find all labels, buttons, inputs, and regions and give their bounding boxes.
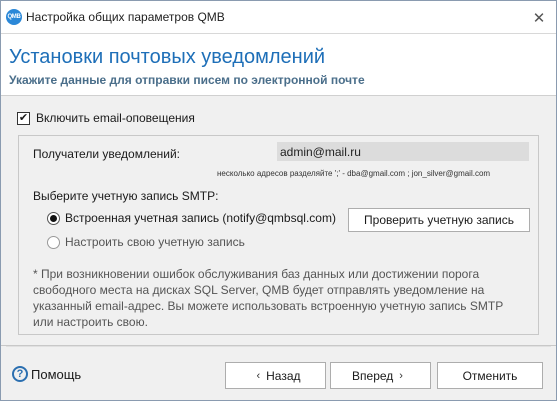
next-button[interactable]: Вперед › <box>330 362 431 389</box>
help-label: Помощь <box>31 366 82 382</box>
next-label: Вперед <box>352 368 394 383</box>
cancel-button[interactable]: Отменить <box>437 362 543 389</box>
close-icon: ✕ <box>532 10 546 27</box>
info-note: * При возникновении ошибок обслуживания … <box>33 267 503 329</box>
main-content: ✔ Включить email-оповещения Получатели у… <box>1 97 556 342</box>
title-bar: QMB Настройка общих параметров QMB ✕ <box>1 1 556 34</box>
radio-builtin[interactable] <box>47 211 60 225</box>
email-settings-panel: Получатели уведомлений: несколько адресо… <box>18 135 539 335</box>
smtp-option-custom-label: Настроить свою учетную запись <box>65 235 245 249</box>
recipients-hint: несколько адресов разделяйте ';' - dba@g… <box>217 169 491 178</box>
checkmark-icon: ✔ <box>18 111 29 124</box>
radio-selected-dot <box>50 214 57 222</box>
window-title: Настройка общих параметров QMB <box>26 10 225 24</box>
page-title: Установки почтовых уведомлений <box>9 46 326 68</box>
smtp-option-builtin-label: Встроенная учетная запись (notify@qmbsql… <box>65 211 336 225</box>
footer: ? Помощь ‹ Назад Вперед › Отменить <box>1 345 556 400</box>
recipients-label: Получатели уведомлений: <box>33 147 180 161</box>
back-label: Назад <box>266 368 301 383</box>
chevron-right-icon: › <box>399 369 403 382</box>
page-header: Установки почтовых уведомлений Укажите д… <box>1 34 556 96</box>
enable-email-checkbox[interactable]: ✔ <box>17 111 30 125</box>
enable-email-checkbox-row[interactable]: ✔ Включить email-оповещения <box>17 111 195 125</box>
qmb-app-icon: QMB <box>6 9 22 25</box>
enable-email-label: Включить email-оповещения <box>36 111 195 125</box>
smtp-label: Выберите учетную запись SMTP: <box>33 189 219 203</box>
smtp-option-builtin[interactable]: Встроенная учетная запись (notify@qmbsql… <box>47 211 336 225</box>
help-icon: ? <box>12 366 28 382</box>
dialog-window: QMB Настройка общих параметров QMB ✕ Уст… <box>0 0 557 401</box>
page-subtitle: Укажите данные для отправки писем по эле… <box>9 73 365 87</box>
footer-divider <box>6 346 551 347</box>
chevron-left-icon: ‹ <box>256 369 261 382</box>
check-account-button[interactable]: Проверить учетную запись <box>348 208 530 232</box>
radio-custom[interactable] <box>47 235 60 249</box>
smtp-option-custom[interactable]: Настроить свою учетную запись <box>47 235 245 249</box>
help-link[interactable]: ? Помощь <box>12 366 81 382</box>
close-button[interactable]: ✕ <box>530 9 548 27</box>
back-button[interactable]: ‹ Назад <box>225 362 326 389</box>
recipients-input[interactable] <box>277 142 529 161</box>
